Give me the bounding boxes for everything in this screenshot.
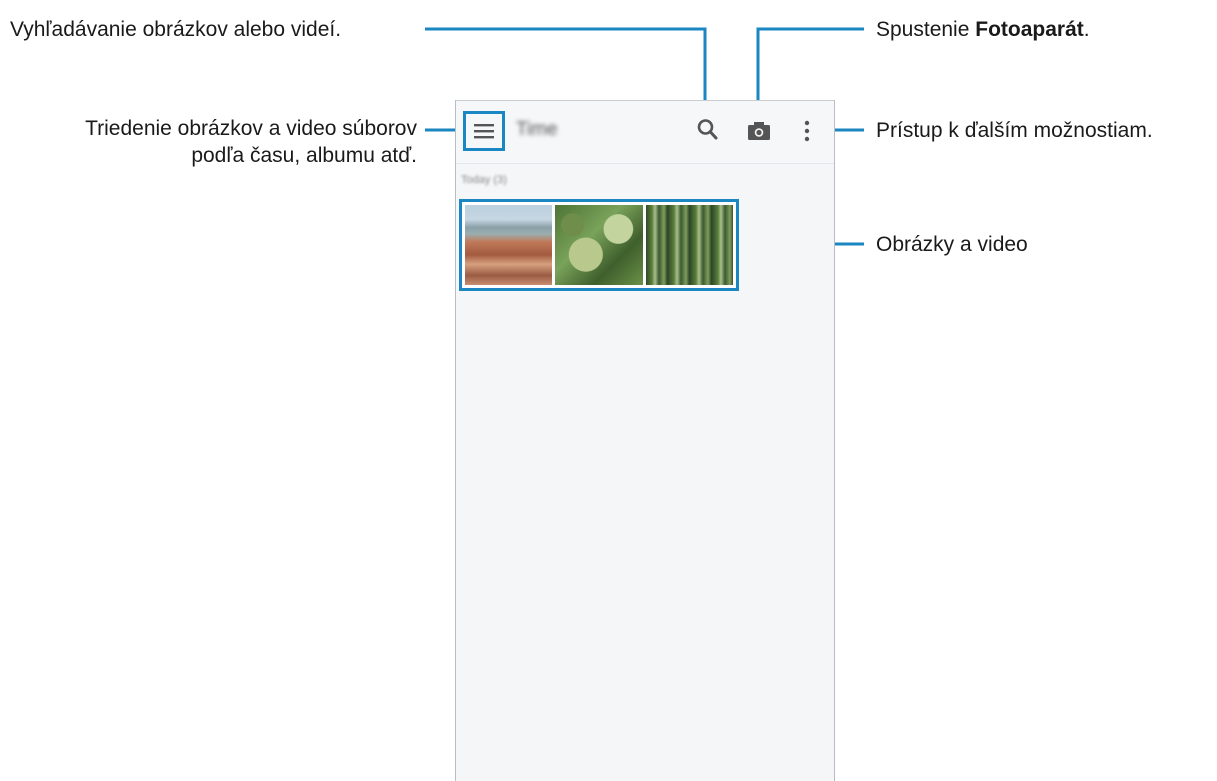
search-icon: [697, 119, 718, 140]
callout-sort-line1: Triedenie obrázkov a video súborov: [85, 117, 417, 140]
callout-more-text: Prístup k ďalším možnostiam.: [876, 119, 1153, 142]
callout-more: Prístup k ďalším možnostiam.: [876, 117, 1153, 144]
callout-search: Vyhľadávanie obrázkov alebo videí.: [10, 16, 341, 43]
callout-camera-app-name: Fotoaparát: [975, 18, 1084, 41]
callout-media-text: Obrázky a video: [876, 233, 1028, 256]
camera-icon: [748, 122, 770, 140]
callout-camera: Spustenie Fotoaparát.: [876, 16, 1090, 43]
menu-icon: [474, 124, 494, 139]
more-vertical-icon: [804, 120, 810, 142]
menu-button[interactable]: [463, 111, 505, 151]
thumbnail-trees[interactable]: [645, 205, 733, 285]
callout-search-text: Vyhľadávanie obrázkov alebo videí.: [10, 18, 342, 41]
thumbnail-grid: [459, 199, 739, 291]
more-options-button[interactable]: [802, 118, 812, 144]
camera-button[interactable]: [746, 119, 772, 143]
date-header: Today (3): [461, 174, 507, 186]
thumbnail-city[interactable]: [465, 205, 553, 285]
callout-sort: Triedenie obrázkov a video súborov podľa…: [85, 115, 417, 169]
thumbnail-flowers[interactable]: [555, 205, 643, 285]
callout-camera-prefix: Spustenie: [876, 18, 976, 41]
callout-camera-suffix: .: [1083, 18, 1090, 41]
callout-media: Obrázky a video: [876, 231, 1028, 258]
search-button[interactable]: [696, 117, 720, 143]
gallery-screen: Time Today (3): [455, 100, 835, 781]
callout-sort-line2: podľa času, albumu atď.: [191, 144, 417, 167]
app-title: Time: [516, 119, 558, 140]
app-bar: Time: [456, 101, 834, 164]
